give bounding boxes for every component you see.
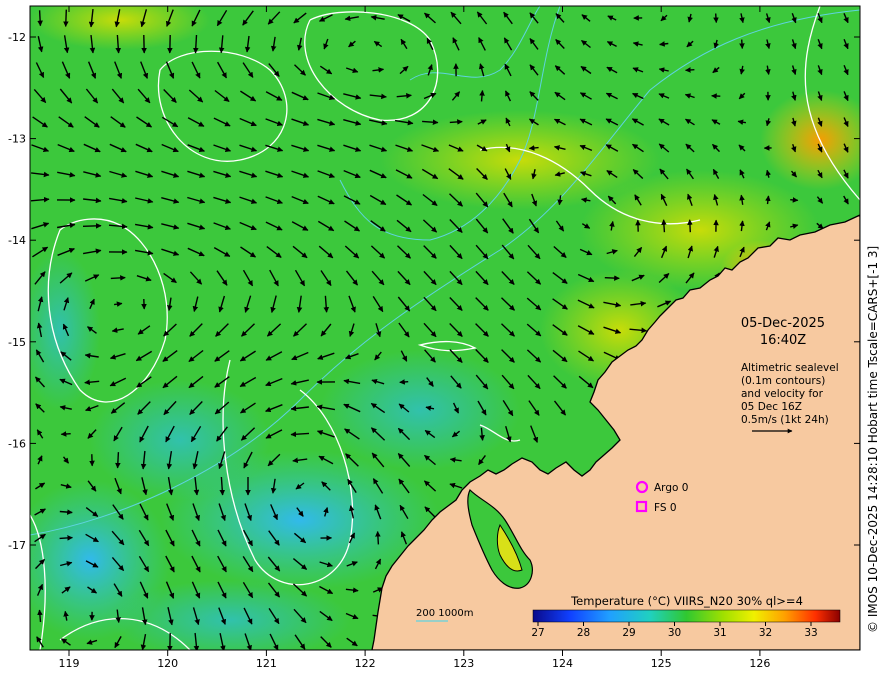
velocity-arrow [765, 195, 771, 205]
colorbar-tick-label: 33 [804, 627, 817, 639]
velocity-arrow [479, 90, 485, 102]
velocity-arrow [687, 219, 693, 233]
velocity-arrow [37, 10, 43, 27]
colorbar-tick-label: 32 [759, 627, 772, 639]
velocity-arrow [739, 39, 745, 49]
lon-tick-label: 121 [256, 657, 277, 670]
colorbar-tick-label: 30 [668, 627, 681, 639]
velocity-arrow [60, 431, 71, 437]
velocity-arrow [59, 509, 73, 515]
lon-tick-label: 125 [651, 657, 672, 670]
map-svg: 119 120 121 122 123 124 125 126 -12 -13 -14 -15 -16… [8, 5, 880, 670]
fs-label: FS 0 [654, 502, 677, 514]
velocity-arrow [399, 379, 409, 385]
lon-tick-label: 119 [59, 657, 80, 670]
lat-tick-label: -14 [8, 234, 26, 247]
velocity-arrow [82, 223, 102, 229]
velocity-arrow [63, 9, 69, 27]
overlay-desc-2: (0.1m contours) [741, 375, 825, 387]
velocity-arrow [110, 275, 126, 281]
lat-tick-label: -17 [8, 539, 26, 552]
velocity-arrow [528, 145, 539, 151]
lat-tick-label: -12 [8, 31, 26, 44]
lon-tick-label: 122 [355, 657, 376, 670]
velocity-arrow [713, 13, 719, 24]
overlay-desc-1: Altimetric sealevel [741, 362, 839, 374]
argo-label: Argo 0 [654, 482, 688, 494]
lon-tick-label: 120 [157, 657, 178, 670]
colorbar-tick-label: 31 [713, 627, 726, 639]
lon-tick-label: 126 [749, 657, 770, 670]
overlay-desc-3: and velocity for [741, 388, 824, 400]
velocity-arrow [685, 67, 695, 73]
colorbar-title: Temperature (°C) VIIRS_N20 30% ql>=4 [570, 594, 803, 608]
lat-tick-label: -16 [8, 437, 26, 450]
colorbar-tick-label: 29 [622, 627, 635, 639]
velocity-arrow [192, 34, 199, 54]
velocity-arrow [661, 219, 667, 233]
lat-tick-label: -15 [8, 336, 26, 349]
overlay-date: 05-Dec-2025 [741, 316, 825, 331]
lon-tick-label: 123 [453, 657, 474, 670]
overlay-time: 16:40Z [760, 333, 806, 348]
velocity-arrow [790, 197, 799, 203]
lon-tick-label: 124 [552, 657, 573, 670]
velocity-arrow [449, 119, 463, 125]
velocity-arrow [375, 531, 381, 545]
velocity-arrow [115, 452, 121, 469]
velocity-arrow [37, 609, 43, 623]
credit-text: © IMOS 10-Dec-2025 14:28:10 Hobart time … [866, 246, 880, 633]
velocity-arrow [659, 41, 669, 47]
velocity-arrow [604, 275, 620, 281]
map-figure: 119 120 121 122 123 124 125 126 -12 -13 -14 -15 -16… [0, 0, 880, 680]
colorbar-tick-label: 28 [577, 627, 590, 639]
colorbar-tick-label: 27 [531, 627, 544, 639]
colorbar-gradient [532, 609, 841, 623]
lat-tick-label: -13 [8, 133, 26, 146]
depth-legend-label: 200 1000m [416, 608, 473, 619]
overlay-desc-4: 05 Dec 16Z [741, 401, 802, 413]
overlay-desc-5: 0.5m/s (1kt 24h) [741, 414, 829, 426]
velocity-arrow [59, 535, 73, 541]
